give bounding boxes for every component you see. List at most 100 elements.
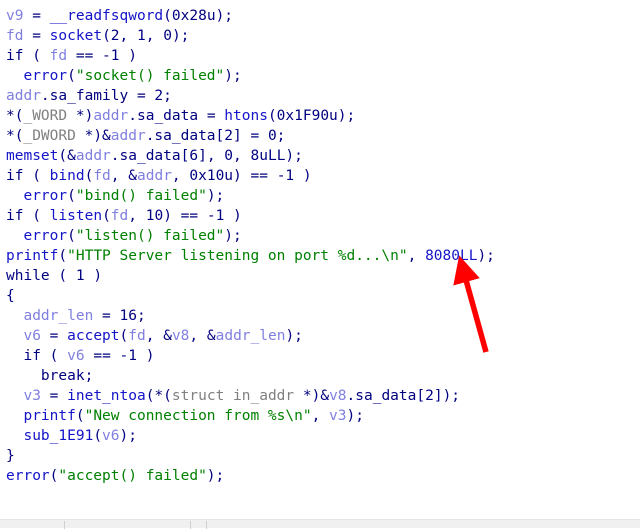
token-fn[interactable]: printf xyxy=(23,408,75,424)
pseudocode-line-list: v9 = __readfsqword(0x28u); fd = socket(2,… xyxy=(0,0,640,486)
code-line[interactable]: v9 = __readfsqword(0x28u); xyxy=(0,6,640,26)
code-line[interactable]: printf("New connection from %s\n", v3); xyxy=(0,406,640,426)
code-line[interactable]: v6 = accept(fd, &v8, &addr_len); xyxy=(0,326,640,346)
code-line[interactable]: error("socket() failed"); xyxy=(0,66,640,86)
token-var[interactable]: fd xyxy=(111,208,128,224)
token-fn[interactable]: error xyxy=(6,468,50,484)
token-fn[interactable]: printf xyxy=(6,248,58,264)
token-var[interactable]: addr_len xyxy=(216,328,286,344)
token-fn[interactable]: socket xyxy=(50,28,102,44)
token-var[interactable]: v6 xyxy=(23,328,40,344)
token-num: 1 xyxy=(137,28,146,44)
code-line[interactable]: memset(&addr.sa_data[6], 0, 8uLL); xyxy=(0,146,640,166)
token-punct: *( xyxy=(6,128,24,144)
token-str: "HTTP Server listening on port %d...\n" xyxy=(67,248,408,264)
token-punct: ); xyxy=(346,408,364,424)
token-punct: ( xyxy=(23,48,50,64)
token-punct: ); xyxy=(215,8,234,24)
token-num: 1 xyxy=(75,268,85,284)
token-punct: ( xyxy=(102,208,111,224)
code-line[interactable]: if ( listen(fd, 10) == -1 ) xyxy=(0,206,640,226)
token-fn[interactable]: error xyxy=(23,68,67,84)
token-var[interactable]: addr xyxy=(6,88,41,104)
token-var[interactable]: addr xyxy=(76,148,111,164)
token-var[interactable]: v8 xyxy=(172,328,189,344)
code-line[interactable]: if ( v6 == -1 ) xyxy=(0,346,640,366)
code-line[interactable]: v3 = inet_ntoa(*(struct in_addr *)&v8.sa… xyxy=(0,386,640,406)
token-punct: ( xyxy=(40,348,68,364)
token-punct: ) == -1 ) xyxy=(233,168,312,184)
token-var[interactable]: addr_len xyxy=(23,308,93,324)
token-var[interactable]: fd xyxy=(50,48,67,64)
token-var[interactable]: v3 xyxy=(23,388,40,404)
token-var[interactable]: fd xyxy=(6,28,23,44)
token-punct: , xyxy=(311,408,330,424)
token-num: 0 xyxy=(224,148,234,164)
token-var[interactable]: v3 xyxy=(329,408,346,424)
token-fn[interactable]: 8080LL xyxy=(425,248,477,264)
token-fn[interactable]: htons xyxy=(224,108,268,124)
code-line[interactable]: printf("HTTP Server listening on port %d… xyxy=(0,246,640,266)
token-punct: , xyxy=(233,148,251,164)
token-num: 2 xyxy=(110,28,120,44)
token-fn[interactable]: memset xyxy=(6,148,58,164)
token-var[interactable]: v6 xyxy=(102,428,119,444)
token-punct: ( xyxy=(67,188,76,204)
token-var[interactable]: fd xyxy=(93,168,110,184)
code-line[interactable]: break; xyxy=(0,366,640,386)
token-var[interactable]: addr xyxy=(137,168,172,184)
token-var[interactable]: v8 xyxy=(329,388,346,404)
code-line[interactable]: if ( bind(fd, &addr, 0x10u) == -1 ) xyxy=(0,166,640,186)
token-var[interactable]: fd xyxy=(128,328,145,344)
token-str: "socket() failed" xyxy=(75,68,225,84)
token-var[interactable]: v6 xyxy=(67,348,84,364)
token-num: 8uLL xyxy=(250,148,286,164)
code-line[interactable]: error("accept() failed"); xyxy=(0,466,640,486)
token-num: 2 xyxy=(154,88,164,104)
code-line[interactable]: addr.sa_family = 2; xyxy=(0,86,640,106)
token-punct: ); xyxy=(224,68,242,84)
token-var[interactable]: addr xyxy=(93,108,128,124)
token-fn[interactable]: error xyxy=(23,228,67,244)
token-fn[interactable]: accept xyxy=(67,328,119,344)
token-var[interactable]: v9 xyxy=(6,8,23,24)
code-line[interactable]: sub_1E91(v6); xyxy=(0,426,640,446)
code-line[interactable]: } xyxy=(0,446,640,466)
token-fn[interactable]: listen xyxy=(50,208,102,224)
code-line[interactable]: *(_DWORD *)&addr.sa_data[2] = 0; xyxy=(0,126,640,146)
code-line[interactable]: fd = socket(2, 1, 0); xyxy=(0,26,640,46)
code-line[interactable]: { xyxy=(0,286,640,306)
token-fn[interactable]: sub_1E91 xyxy=(23,428,93,444)
token-member: .sa_family = xyxy=(40,88,155,104)
token-str: "New connection from %s\n" xyxy=(84,408,312,424)
token-punct: *)& xyxy=(75,128,111,144)
pseudocode-editor-pane[interactable]: v9 = __readfsqword(0x28u); fd = socket(2,… xyxy=(0,0,640,519)
token-punct: , & xyxy=(145,328,172,344)
token-punct: ); xyxy=(206,468,225,484)
token-num: 0x28u xyxy=(171,8,216,24)
token-num: 2 xyxy=(425,388,434,404)
code-line[interactable]: *(_WORD *)addr.sa_data = htons(0x1F90u); xyxy=(0,106,640,126)
token-fn[interactable]: inet_ntoa xyxy=(67,388,146,404)
token-kw: if xyxy=(6,208,24,224)
code-line[interactable]: addr_len = 16; xyxy=(0,306,640,326)
token-punct: ( xyxy=(23,168,50,184)
token-fn[interactable]: error xyxy=(23,188,67,204)
token-fn[interactable]: bind xyxy=(50,168,85,184)
code-line[interactable]: error("bind() failed"); xyxy=(0,186,640,206)
token-kw: if xyxy=(6,48,24,64)
token-var[interactable]: addr xyxy=(111,128,146,144)
token-punct: ); xyxy=(285,328,303,344)
token-fn[interactable]: __readfsqword xyxy=(50,8,164,24)
code-line[interactable]: error("listen() failed"); xyxy=(0,226,640,246)
code-line[interactable]: while ( 1 ) xyxy=(0,266,640,286)
token-num: 0x10u xyxy=(189,168,234,184)
code-line[interactable]: if ( fd == -1 ) xyxy=(0,46,640,66)
token-str: "bind() failed" xyxy=(75,188,207,204)
token-punct: , xyxy=(145,28,164,44)
token-kw: while xyxy=(6,268,50,284)
